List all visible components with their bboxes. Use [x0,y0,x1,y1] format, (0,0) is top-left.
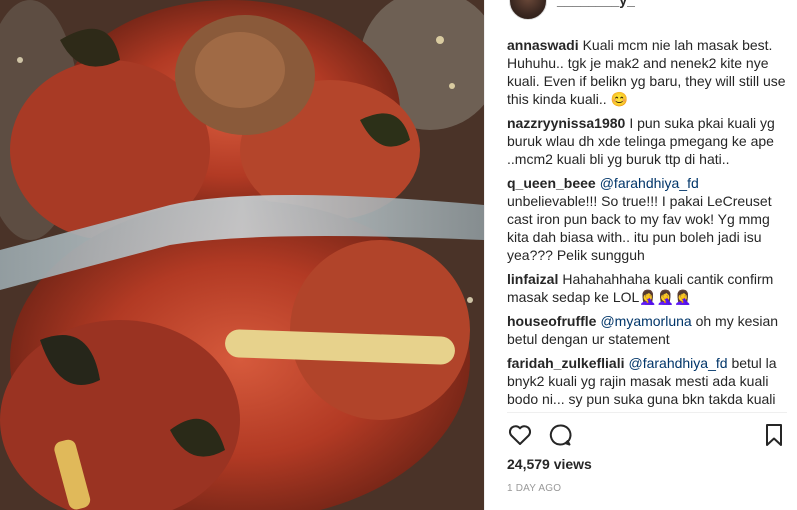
comment-mention[interactable]: @farahdhiya_fd [600,175,699,191]
comment-item: nazzryynissa1980 I pun suka pkai kuali yg… [507,114,789,168]
comment-item: faridah_zulkefliali @farahdhiya_fd betul … [507,354,789,408]
comment-username[interactable]: houseofruffle [507,313,596,329]
comment-username[interactable]: linfaizal [507,271,558,287]
comment-item: annaswadi Kuali mcm nie lah masak best. H… [507,36,789,108]
video-frame-art [0,0,484,510]
comment-text: unbelievable!!! So true!!! I pakai LeCre… [507,193,772,263]
post-actions [507,422,787,448]
comments-list[interactable]: annaswadi Kuali mcm nie lah masak best. H… [507,36,789,410]
post-side-panel: ________y_ annaswadi Kuali mcm nie lah ma… [484,0,797,510]
divider [507,412,787,413]
comment-item: linfaizal Hahahahhaha kuali cantik confir… [507,270,789,306]
post-video[interactable] [0,0,484,510]
speech-bubble-icon[interactable] [547,422,573,448]
view-count[interactable]: 24,579 views [507,456,592,472]
avatar[interactable] [509,0,547,20]
comment-username[interactable]: annaswadi [507,37,579,53]
heart-outline-icon[interactable] [507,422,533,448]
comment-item: q_ueen_beee @farahdhiya_fd unbelievable!!… [507,174,789,264]
post-timestamp[interactable]: 1 DAY AGO [507,483,561,494]
bookmark-icon[interactable] [761,422,787,448]
post-header: ________y_ [485,0,797,20]
comment-username[interactable]: nazzryynissa1980 [507,115,625,131]
comment-mention[interactable]: @farahdhiya_fd [628,355,727,371]
comment-mention[interactable]: @myamorluna [600,313,691,329]
comment-item: houseofruffle @myamorluna oh my kesian be… [507,312,789,348]
comment-username[interactable]: faridah_zulkefliali [507,355,624,371]
comment-username[interactable]: q_ueen_beee [507,175,596,191]
post-author-username[interactable]: ________y_ [557,0,635,8]
